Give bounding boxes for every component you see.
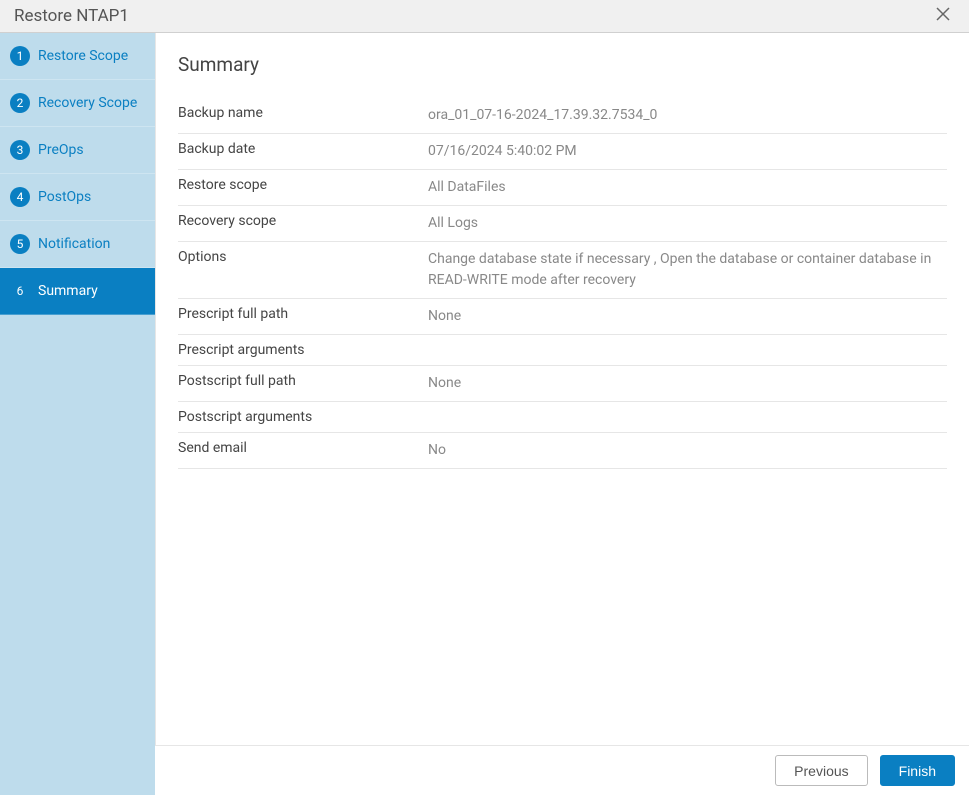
summary-value: 07/16/2024 5:40:02 PM	[428, 141, 947, 162]
content-area: Summary Backup name ora_01_07-16-2024_17…	[155, 33, 969, 745]
page-title: Summary	[178, 53, 947, 76]
step-recovery-scope[interactable]: 2 Recovery Scope	[0, 80, 155, 127]
main-column: Summary Backup name ora_01_07-16-2024_17…	[155, 33, 969, 795]
wizard-sidebar: 1 Restore Scope 2 Recovery Scope 3 PreOp…	[0, 33, 155, 795]
summary-label: Postscript full path	[178, 373, 428, 394]
summary-label: Options	[178, 249, 428, 291]
summary-row-recovery-scope: Recovery scope All Logs	[178, 206, 947, 242]
summary-label: Backup name	[178, 105, 428, 126]
summary-label: Recovery scope	[178, 213, 428, 234]
step-label: Restore Scope	[38, 48, 128, 64]
step-number: 3	[10, 140, 30, 160]
modal-title: Restore NTAP1	[14, 6, 129, 26]
step-label: Recovery Scope	[38, 95, 137, 111]
summary-value: ora_01_07-16-2024_17.39.32.7534_0	[428, 105, 947, 126]
finish-button[interactable]: Finish	[880, 755, 955, 786]
summary-row-backup-name: Backup name ora_01_07-16-2024_17.39.32.7…	[178, 98, 947, 134]
summary-value: None	[428, 373, 947, 394]
step-number: 5	[10, 234, 30, 254]
step-number: 2	[10, 93, 30, 113]
summary-label: Send email	[178, 440, 428, 461]
step-summary[interactable]: 6 Summary	[0, 268, 155, 315]
summary-row-postscript-args: Postscript arguments	[178, 402, 947, 433]
summary-row-prescript-path: Prescript full path None	[178, 299, 947, 335]
summary-row-prescript-args: Prescript arguments	[178, 335, 947, 366]
modal-footer: Previous Finish	[155, 745, 969, 795]
summary-label: Postscript arguments	[178, 409, 428, 425]
summary-row-backup-date: Backup date 07/16/2024 5:40:02 PM	[178, 134, 947, 170]
step-label: PreOps	[38, 142, 84, 158]
summary-label: Prescript arguments	[178, 342, 428, 358]
step-number: 4	[10, 187, 30, 207]
summary-row-restore-scope: Restore scope All DataFiles	[178, 170, 947, 206]
summary-value: No	[428, 440, 947, 461]
summary-label: Prescript full path	[178, 306, 428, 327]
summary-value: Change database state if necessary , Ope…	[428, 249, 947, 291]
close-icon[interactable]	[931, 2, 955, 30]
summary-row-postscript-path: Postscript full path None	[178, 366, 947, 402]
step-label: PostOps	[38, 189, 91, 205]
summary-label: Restore scope	[178, 177, 428, 198]
step-postops[interactable]: 4 PostOps	[0, 174, 155, 221]
step-number: 6	[10, 281, 30, 301]
summary-label: Backup date	[178, 141, 428, 162]
summary-value: All Logs	[428, 213, 947, 234]
previous-button[interactable]: Previous	[775, 755, 867, 786]
step-label: Summary	[38, 283, 98, 299]
summary-table: Backup name ora_01_07-16-2024_17.39.32.7…	[178, 98, 947, 469]
summary-row-options: Options Change database state if necessa…	[178, 242, 947, 299]
modal-header: Restore NTAP1	[0, 0, 969, 33]
step-restore-scope[interactable]: 1 Restore Scope	[0, 33, 155, 80]
restore-modal: Restore NTAP1 1 Restore Scope 2 Recovery…	[0, 0, 969, 795]
step-preops[interactable]: 3 PreOps	[0, 127, 155, 174]
summary-value: None	[428, 306, 947, 327]
summary-value: All DataFiles	[428, 177, 947, 198]
step-number: 1	[10, 46, 30, 66]
modal-body: 1 Restore Scope 2 Recovery Scope 3 PreOp…	[0, 33, 969, 795]
summary-value	[428, 342, 947, 358]
summary-value	[428, 409, 947, 425]
summary-row-send-email: Send email No	[178, 433, 947, 469]
step-label: Notification	[38, 236, 110, 252]
step-notification[interactable]: 5 Notification	[0, 221, 155, 268]
